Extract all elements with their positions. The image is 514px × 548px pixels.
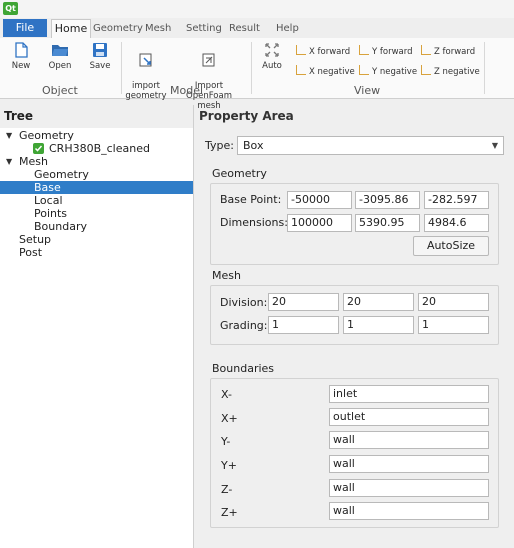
fit-view-icon [265,43,279,57]
type-label: Type: [205,139,234,152]
dimensions-y-field[interactable]: 5390.95 [355,214,420,232]
tree-title: Tree [0,105,193,128]
boundary-name-y-minus: Y- [221,435,231,448]
division-z-field[interactable]: 20 [418,293,489,311]
division-y-field[interactable]: 20 [343,293,414,311]
z-forward-button[interactable]: Z forward [421,45,475,57]
base-point-y-field[interactable]: -3095.86 [355,191,420,209]
tree-node-mesh[interactable]: Mesh [19,155,48,168]
tree-node-post[interactable]: Post [19,246,42,259]
tree-selection-highlight [0,181,193,194]
axis-icon [296,45,306,55]
tab-home[interactable]: Home [51,19,91,39]
save-button[interactable]: Save [86,42,114,71]
import-mesh-icon [202,53,215,67]
grading-x-field[interactable]: 1 [268,316,339,334]
tree-node-points[interactable]: Points [34,207,67,220]
tab-mesh[interactable]: Mesh [145,21,171,37]
group-label-view: View [354,84,381,97]
dimensions-x-field[interactable]: 100000 [287,214,352,232]
tree-node-geometry-item[interactable]: CRH380B_cleaned [49,142,150,155]
type-select[interactable]: Box ▼ [237,136,504,155]
title-bar [0,0,514,18]
base-point-x-field[interactable]: -50000 [287,191,352,209]
geometry-section-title: Geometry [212,167,267,180]
boundary-value-x-plus[interactable]: outlet [329,408,489,426]
open-folder-icon [52,45,68,56]
save-icon [93,43,107,57]
axis-icon [359,45,369,55]
tree-node-setup[interactable]: Setup [19,233,51,246]
tree-node-boundary[interactable]: Boundary [34,220,87,233]
axis-icon [421,65,431,75]
import-openfoam-mesh-button[interactable]: Import OpenFoam mesh [172,42,246,111]
autosize-button[interactable]: AutoSize [413,236,489,256]
tab-file[interactable]: File [3,19,47,37]
base-point-label: Base Point: [220,193,282,206]
x-forward-button[interactable]: X forward [296,45,350,57]
property-area-title: Property Area [199,109,294,123]
boundary-name-x-plus: X+ [221,412,238,425]
boundary-value-y-minus[interactable]: wall [329,431,489,449]
group-label-object: Object [42,84,78,97]
type-select-value: Box [243,139,264,152]
checkbox-checked-icon[interactable] [33,143,44,154]
boundary-name-z-minus: Z- [221,483,233,496]
import-geometry-button[interactable]: import geometry [125,42,167,101]
boundary-name-z-plus: Z+ [221,506,238,519]
expand-arrow-icon[interactable]: ▼ [6,157,12,166]
ribbon-separator [121,42,122,94]
group-label-model: Model [170,84,204,97]
y-negative-button[interactable]: Y negative [359,65,417,77]
boundary-value-z-plus[interactable]: wall [329,502,489,520]
tab-result[interactable]: Result [229,21,260,37]
ribbon-separator [484,42,485,94]
chevron-down-icon: ▼ [491,141,498,150]
grading-z-field[interactable]: 1 [418,316,489,334]
tree-node-local[interactable]: Local [34,194,63,207]
auto-view-button[interactable]: Auto [259,42,285,71]
tree-panel [0,105,194,548]
tab-setting[interactable]: Setting [186,21,222,37]
axis-icon [359,65,369,75]
dimensions-label: Dimensions: [220,216,288,229]
tab-help[interactable]: Help [276,21,299,37]
tree-node-geometry[interactable]: Geometry [19,129,74,142]
expand-arrow-icon[interactable]: ▼ [6,131,12,140]
boundary-value-y-plus[interactable]: wall [329,455,489,473]
mesh-section-title: Mesh [212,269,241,282]
ribbon-separator [251,42,252,94]
boundary-value-z-minus[interactable]: wall [329,479,489,497]
import-geometry-icon [139,53,152,67]
z-negative-button[interactable]: Z negative [421,65,480,77]
axis-icon [421,45,431,55]
division-x-field[interactable]: 20 [268,293,339,311]
y-forward-button[interactable]: Y forward [359,45,412,57]
new-button[interactable]: New [8,42,34,71]
tree-node-base[interactable]: Base [34,181,61,194]
base-point-z-field[interactable]: -282.597 [424,191,489,209]
boundaries-section-title: Boundaries [212,362,275,375]
grading-y-field[interactable]: 1 [343,316,414,334]
open-button[interactable]: Open [45,42,75,71]
new-file-icon [15,42,28,58]
tab-geometry[interactable]: Geometry [93,21,143,37]
x-negative-button[interactable]: X negative [296,65,355,77]
axis-icon [296,65,306,75]
tree-node-mesh-geometry[interactable]: Geometry [34,168,89,181]
division-label: Division: [220,296,268,309]
dimensions-z-field[interactable]: 4984.6 [424,214,489,232]
qt-logo-icon: Qt [3,2,18,15]
boundary-name-y-plus: Y+ [221,459,237,472]
boundary-value-x-minus[interactable]: inlet [329,385,489,403]
boundary-name-x-minus: X- [221,388,232,401]
grading-label: Grading: [220,319,268,332]
